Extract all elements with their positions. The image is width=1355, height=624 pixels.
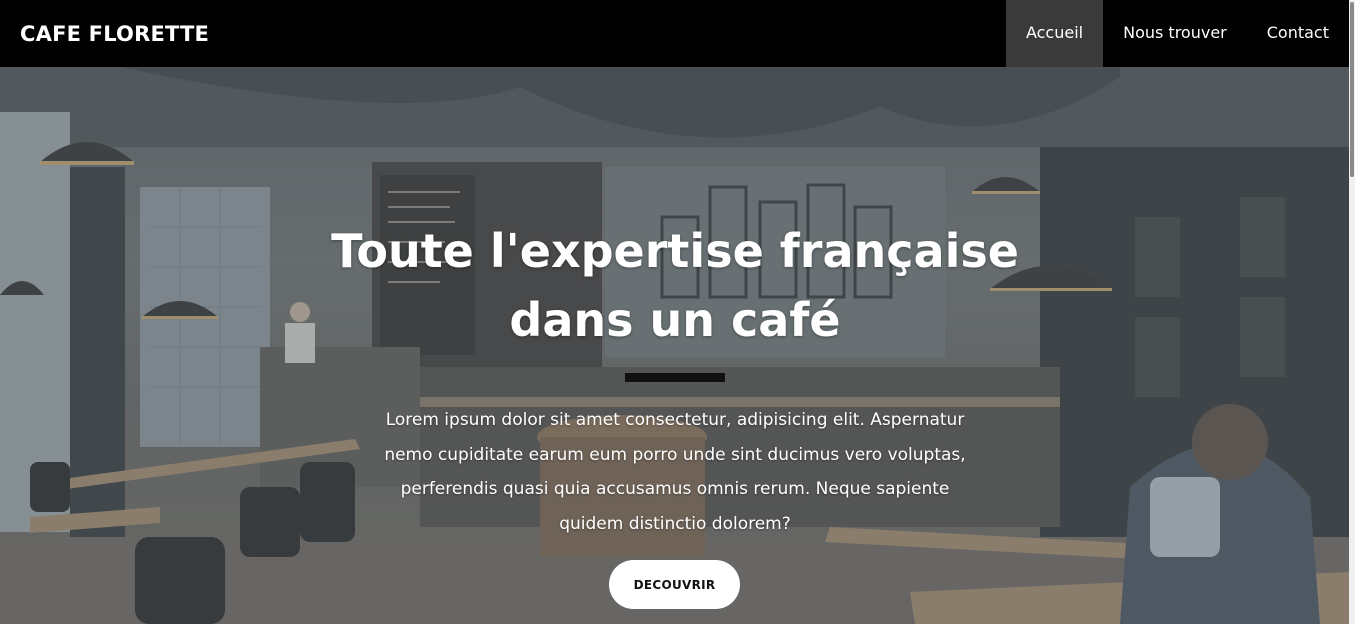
scrollbar-thumb[interactable]: [1350, 2, 1354, 177]
scrollbar[interactable]: [1349, 0, 1355, 624]
hero-divider: [625, 373, 725, 382]
hero-content: Toute l'expertise française dans un café…: [0, 67, 1349, 624]
hero-title: Toute l'expertise française dans un café: [331, 224, 1019, 347]
nav-link-accueil[interactable]: Accueil: [1005, 0, 1104, 67]
decouvrir-button[interactable]: DECOUVRIR: [609, 560, 740, 609]
nav-link-contact[interactable]: Contact: [1247, 0, 1349, 67]
nav-links: Accueil Nous trouver Contact: [1005, 0, 1349, 67]
hero-section: Toute l'expertise française dans un café…: [0, 67, 1349, 624]
brand-logo[interactable]: CAFE FLORETTE: [20, 0, 209, 67]
hero-description: Lorem ipsum dolor sit amet consectetur, …: [384, 410, 966, 534]
nav-link-nous-trouver[interactable]: Nous trouver: [1103, 0, 1247, 67]
navbar: CAFE FLORETTE Accueil Nous trouver Conta…: [0, 0, 1349, 67]
